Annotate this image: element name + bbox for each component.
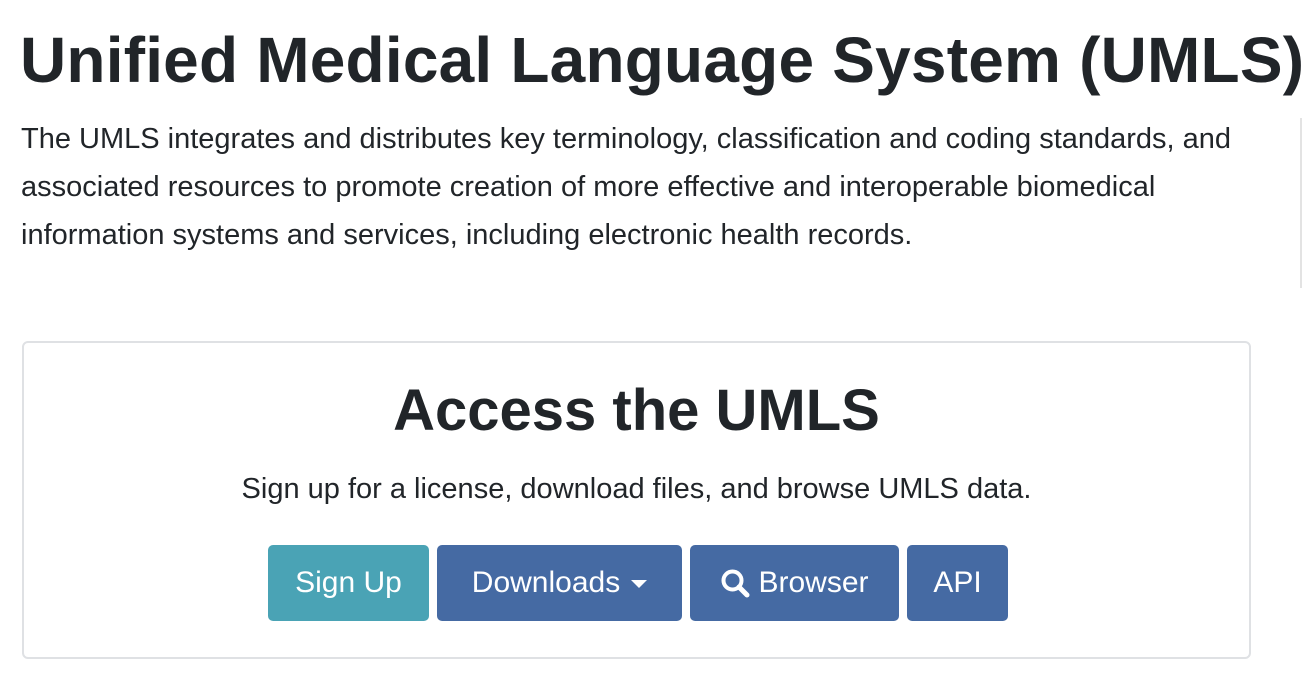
access-card-title: Access the UMLS xyxy=(393,378,880,443)
sign-up-label: Sign Up xyxy=(295,566,402,599)
browser-label: Browser xyxy=(758,566,869,599)
downloads-label: Downloads xyxy=(471,566,621,599)
intro-paragraph: The UMLS integrates and distributes key … xyxy=(21,123,1232,251)
api-button[interactable]: API xyxy=(907,545,1008,621)
access-card: Access the UMLS Sign up for a license, d… xyxy=(22,341,1251,659)
access-card-subtitle: Sign up for a license, download files, a… xyxy=(241,473,1032,505)
page-title: Unified Medical Language System (UMLS) xyxy=(20,24,1304,96)
api-label: API xyxy=(933,566,982,599)
browser-button[interactable]: Browser xyxy=(690,545,899,621)
search-icon xyxy=(720,568,750,598)
downloads-dropdown-button[interactable]: Downloads xyxy=(437,545,682,621)
caret-down-icon xyxy=(631,580,648,588)
scrollbar-edge[interactable] xyxy=(1300,118,1302,288)
page: Unified Medical Language System (UMLS) T… xyxy=(0,0,1304,674)
sign-up-button[interactable]: Sign Up xyxy=(268,545,429,621)
